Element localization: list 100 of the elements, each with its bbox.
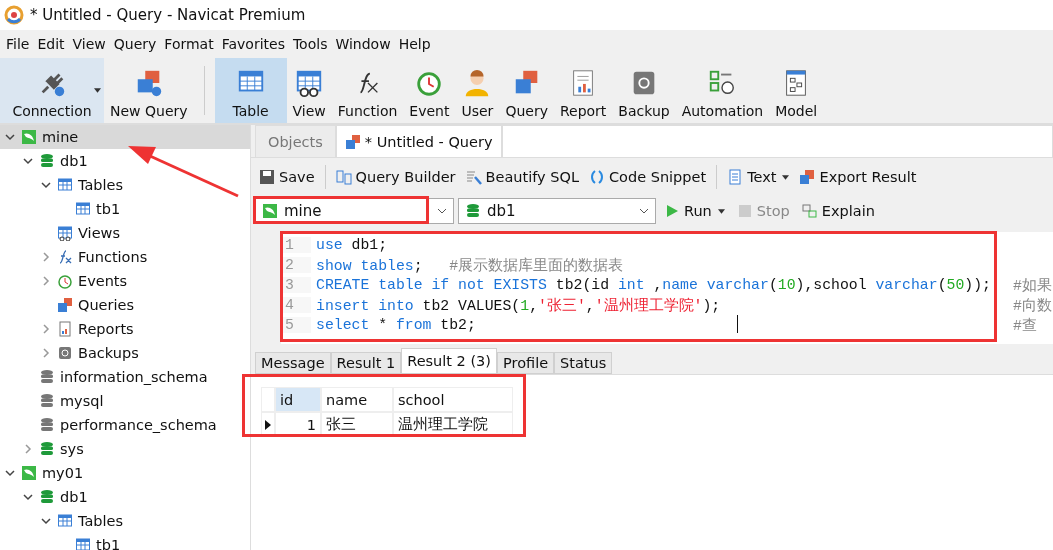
menu-item[interactable]: Format	[160, 36, 218, 52]
toolbar-button[interactable]: Text	[723, 167, 794, 187]
tree-item[interactable]: Backups	[0, 341, 250, 365]
table-glasses-icon	[57, 225, 73, 241]
clock-icon	[57, 273, 73, 289]
tree-item[interactable]: Queries	[0, 293, 250, 317]
table-cell: 张三	[321, 412, 393, 437]
table-icon	[75, 201, 91, 217]
menu-item[interactable]: Edit	[33, 36, 69, 52]
tab[interactable]: Message	[255, 352, 331, 374]
column-header[interactable]: name	[321, 387, 393, 412]
braces-icon	[588, 169, 605, 185]
tree-item[interactable]: Reports	[0, 317, 250, 341]
caret-icon	[94, 88, 101, 93]
chevron-icon	[639, 208, 649, 214]
caret-icon	[717, 208, 725, 214]
toolbar-button[interactable]: Model	[769, 58, 824, 123]
tree-item[interactable]: Events	[0, 269, 250, 293]
save-icon	[259, 169, 275, 185]
toolbar-button[interactable]: Query Builder	[331, 167, 460, 187]
menu-item[interactable]: View	[68, 36, 110, 52]
line-number: 5	[281, 317, 311, 333]
dolphin-icon	[21, 465, 37, 481]
toolbar-button[interactable]: Connection	[0, 58, 104, 123]
toolbar-button[interactable]: Table	[214, 58, 287, 123]
menu-item[interactable]: File	[2, 36, 34, 52]
line-number: 3	[281, 277, 311, 293]
explain-icon	[801, 203, 818, 219]
code-line: use db1;	[316, 237, 388, 253]
tab[interactable]: Result 1	[330, 352, 402, 374]
column-header[interactable]: id	[275, 387, 321, 412]
code-line: insert into tb2 VALUES(1,'张三','温州理工学院');	[316, 297, 721, 314]
toolbar-button[interactable]: Event	[403, 58, 456, 123]
tree-item[interactable]: db1	[0, 485, 250, 509]
tab[interactable]: Objects	[255, 125, 336, 157]
menu-item[interactable]: Favorites	[217, 36, 289, 52]
toolbar-button[interactable]: View	[286, 58, 332, 123]
toolbar-button[interactable]: Backup	[612, 58, 676, 123]
tree-item[interactable]: mysql	[0, 389, 250, 413]
code-line: CREATE table if not EXISTS tb2(id int ,name varchar(10),school varchar(50));	[316, 277, 991, 293]
menu-item[interactable]: Tools	[288, 36, 332, 52]
builder-icon	[335, 169, 352, 185]
database-select[interactable]: db1	[458, 198, 656, 224]
toolbar-button[interactable]: Query	[499, 58, 554, 123]
toolbar-button[interactable]: Code Snippet	[584, 167, 711, 187]
table-arrow-icon	[799, 169, 816, 185]
play-icon	[664, 203, 680, 219]
toolbar-button[interactable]: Export Result	[795, 167, 921, 187]
line-number: 4	[281, 297, 311, 313]
tree-item[interactable]: tb1	[0, 197, 250, 221]
toolbar-button[interactable]: Explain	[797, 201, 879, 221]
line-number: 1	[281, 237, 311, 253]
tree-item[interactable]: tb1	[0, 533, 250, 550]
column-header[interactable]: school	[393, 387, 513, 412]
tree-item[interactable]: Functions	[0, 245, 250, 269]
table-icon	[57, 513, 73, 529]
code-comment: #如果	[1013, 276, 1052, 295]
tables-icon	[344, 133, 361, 150]
document-icon	[727, 169, 744, 185]
window-title: * Untitled - Query - Navicat Premium	[30, 6, 306, 24]
menu-item[interactable]: Window	[331, 36, 395, 52]
tab[interactable]: Profile	[497, 352, 555, 374]
backup-icon	[57, 345, 73, 361]
toolbar-button[interactable]: New Query	[104, 58, 194, 123]
toolbar-button[interactable]: Function	[331, 58, 404, 123]
menu-item[interactable]: Help	[394, 36, 435, 52]
brush-icon	[465, 169, 482, 185]
dolphin-icon	[21, 129, 37, 145]
tree-item[interactable]: information_schema	[0, 365, 250, 389]
stop-icon	[736, 203, 753, 219]
chevron-icon	[437, 208, 447, 214]
tree-item[interactable]: my01	[0, 461, 250, 485]
toolbar-button[interactable]: Run	[660, 201, 729, 221]
tab[interactable]: Status	[554, 352, 613, 374]
tree-item[interactable]: Tables	[0, 173, 250, 197]
tree-item[interactable]: Views	[0, 221, 250, 245]
table-icon	[57, 177, 73, 193]
toolbar-button[interactable]: User	[455, 58, 500, 123]
toolbar-button[interactable]: Save	[255, 167, 319, 187]
table-cell: 温州理工学院	[393, 412, 513, 437]
code-comment: #查	[1013, 316, 1037, 335]
caret-icon	[782, 174, 790, 180]
tab[interactable]: Result 2 (3)	[401, 348, 497, 374]
tree-item[interactable]: performance_schema	[0, 413, 250, 437]
code-line: show tables; #展示数据库里面的数据表	[316, 257, 624, 274]
text-cursor	[737, 315, 738, 333]
code-editor[interactable]: 1 use db1; 2 show tables; #展示数据库里面的数据表 3 CREATE table if not EXISTS tb2(id int ,name varchar(10),school varchar(50)); #如果 4 insert into tb2 VALUES(1,'张三','温州理工学院'); #向数 5 select * from tb2; #查	[281, 232, 1053, 344]
toolbar-button[interactable]: Automation	[675, 58, 770, 123]
table-cell: 1	[275, 412, 321, 437]
app-logo-icon	[4, 5, 24, 25]
line-number: 2	[281, 257, 311, 273]
tree-item[interactable]: db1	[0, 149, 250, 173]
toolbar-button[interactable]: Beautify SQL	[461, 167, 583, 187]
menu-item[interactable]: Query	[109, 36, 161, 52]
toolbar-button[interactable]: Report	[553, 58, 613, 123]
tree-item[interactable]: sys	[0, 437, 250, 461]
tab[interactable]: * Untitled - Query	[335, 125, 502, 157]
tree-item[interactable]: Tables	[0, 509, 250, 533]
tree-item[interactable]: mine	[0, 125, 250, 149]
tables-icon	[57, 297, 73, 313]
